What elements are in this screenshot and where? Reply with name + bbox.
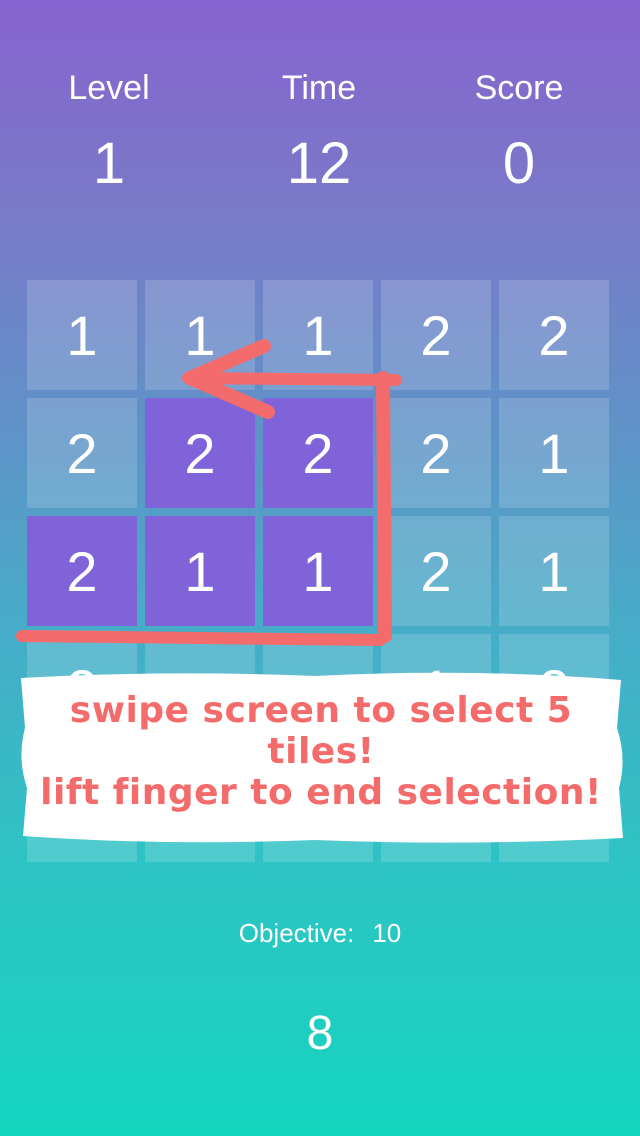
tile[interactable]: 1 (263, 516, 373, 626)
score-value: 0 (502, 131, 536, 196)
tile[interactable]: 2 (381, 516, 491, 626)
tile[interactable]: 2 (381, 280, 491, 390)
tile[interactable]: 1 (263, 280, 373, 390)
tile[interactable]: 1 (145, 516, 255, 626)
objective-label: Objective: (238, 918, 355, 948)
tile[interactable]: 1 (27, 280, 137, 390)
tile[interactable]: 1 (499, 398, 609, 508)
objective: Objective: 10 (0, 918, 640, 949)
tile[interactable]: 2 (27, 516, 137, 626)
level-display: Level 1 (9, 60, 209, 212)
score-label: Score (474, 69, 564, 107)
level-label: Level (68, 69, 150, 107)
tile[interactable]: 1 (145, 280, 255, 390)
tile[interactable]: 2 (499, 280, 609, 390)
selection-counter: 8 (306, 1007, 334, 1060)
objective-value: 10 (372, 918, 402, 948)
tile[interactable]: 1 (499, 516, 609, 626)
level-value: 1 (92, 131, 126, 196)
time-label: Time (281, 69, 357, 107)
score-display: Score 0 (419, 60, 619, 212)
tile[interactable]: 2 (263, 398, 373, 508)
tutorial-line-1: swipe screen to select 5 tiles! (69, 690, 573, 772)
tutorial-banner: swipe screen to select 5 tiles! lift fin… (15, 668, 627, 846)
tile[interactable]: 2 (145, 398, 255, 508)
tile[interactable]: 2 (27, 398, 137, 508)
tile[interactable]: 2 (381, 398, 491, 508)
time-display: Time 12 (219, 60, 419, 212)
time-value: 12 (286, 131, 352, 196)
tutorial-line-2: lift finger to end selection! (40, 772, 602, 813)
